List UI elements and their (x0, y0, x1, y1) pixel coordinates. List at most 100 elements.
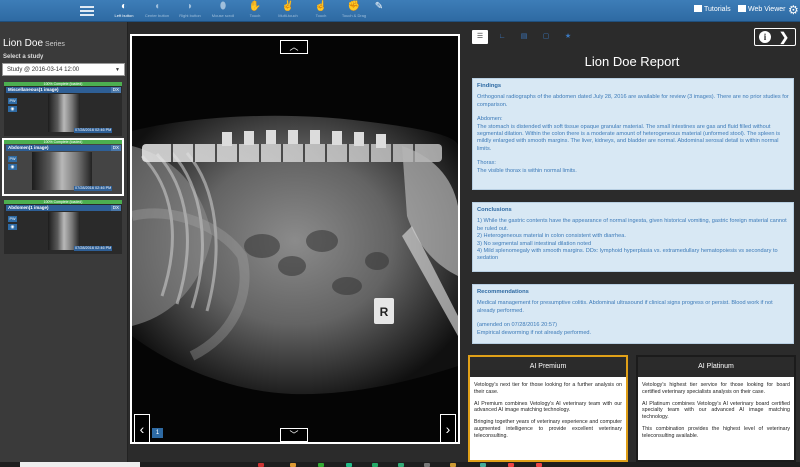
list-item: 4) Mild splenomegaly with smooth margins… (477, 248, 778, 262)
star-icon: ★ (564, 33, 572, 40)
tab-favorites[interactable]: ★ (560, 30, 576, 44)
gear-icon[interactable]: ⚙ (788, 3, 799, 17)
tool-center-button[interactable]: ◖ Center button (139, 1, 175, 21)
scroll-icon: ⬮ (219, 1, 227, 12)
conclusions-section: Conclusions 1) While the gastric content… (472, 202, 794, 272)
app-icon[interactable] (508, 463, 514, 467)
next-series-button[interactable]: › (440, 414, 456, 442)
modality-badge: DX (110, 145, 121, 151)
tool-touch[interactable]: ✋ Touch (237, 1, 273, 21)
previous-series-button[interactable]: ‹ (134, 414, 150, 442)
app-icon[interactable] (536, 463, 542, 467)
conclusions-heading: Conclusions (477, 207, 512, 213)
hand-icon: ✋ (248, 1, 262, 12)
top-toolbar: ◐ Left button ◖ Center button ◗ Right bu… (0, 0, 800, 22)
chevron-up-icon: ︿ (289, 42, 299, 52)
tool-multi-touch[interactable]: ✌ Multi-touch (270, 1, 306, 21)
series-name: Abdomen(1 image) (6, 145, 120, 151)
tool-right-button[interactable]: ◗ Right button (172, 1, 208, 21)
series-date: 07/28/2016 02:46 PM (74, 128, 113, 133)
tutorials-link[interactable]: Tutorials (694, 5, 731, 13)
info-toggle-button[interactable]: i ❯ (754, 28, 796, 46)
multi-touch-icon: ✌ (281, 1, 295, 12)
ai-platinum-title: AI Platinum (638, 357, 794, 377)
drag-icon: ✊ (347, 1, 361, 12)
list-item: 3) No segmental small intestinal dilatio… (477, 240, 592, 247)
series-date: 07/28/2016 02:46 PM (74, 186, 113, 191)
series-name: Abdomen(1 image) (6, 205, 120, 211)
app-icon[interactable] (318, 463, 324, 467)
app-icon[interactable] (424, 463, 430, 467)
report-title: Lion Doe Report (584, 54, 680, 69)
ai-premium-card[interactable]: AI Premium Vetology's next tier for thos… (468, 355, 628, 462)
next-image-down-button[interactable]: ﹀ (280, 428, 308, 442)
ai-premium-title: AI Premium (470, 357, 626, 377)
tool-touch-drag[interactable]: ✊ Touch & Drag (336, 1, 372, 21)
app-icon[interactable] (398, 463, 404, 467)
tab-measure[interactable]: ∟ (494, 30, 510, 44)
recommendations-heading: Recommendations (477, 289, 529, 295)
findings-heading: Findings (477, 83, 502, 89)
previous-image-up-button[interactable]: ︿ (280, 40, 308, 54)
document-icon: ▤ (520, 33, 528, 40)
list-item: 2) Heterogeneous material in colon consi… (477, 233, 626, 240)
taskbar-search[interactable] (20, 462, 140, 467)
modality-badge: DX (110, 205, 121, 211)
app-icon[interactable] (258, 463, 264, 467)
chevron-right-icon: › (445, 421, 451, 437)
series-thumbnail[interactable]: 100% Complete (loaded) Miscellaneous(1 i… (4, 82, 122, 136)
tab-blank-document[interactable]: ▢ (538, 30, 554, 44)
list-item: 1) While the gastric contents have the a… (477, 218, 787, 232)
tool-touch-2[interactable]: ☝ Touch (303, 1, 339, 21)
tab-report[interactable]: ☰ (472, 30, 488, 44)
series-thumbnail[interactable]: 100% Complete (loaded) Abdomen(1 image) … (4, 200, 122, 254)
hamburger-menu-icon[interactable] (80, 4, 94, 18)
camera-icon[interactable]: ◉ (8, 106, 17, 112)
chevron-left-icon: ‹ (139, 421, 145, 437)
select-study-label: Select a study (3, 54, 44, 60)
thumbnail-image (32, 152, 92, 190)
ruler-icon: ∟ (498, 33, 506, 40)
pointer-icon: ◐ (120, 1, 128, 12)
pw-button[interactable]: PW (8, 98, 17, 104)
load-progress: 100% Complete (loaded) (4, 82, 122, 86)
touch-icon: ☝ (314, 1, 328, 12)
page-number-badge: 1 (152, 428, 163, 438)
report-panel: ☰ ∟ ▤ ▢ ★ i ❯ Lion Doe Report Findings O… (464, 22, 800, 462)
patient-name: Lion Doe Series (3, 38, 65, 49)
chevron-down-icon: ▼ (115, 67, 120, 73)
tool-left-button[interactable]: ◐ Left button (106, 1, 142, 21)
image-viewer[interactable]: R ︿ ﹀ ‹ › 1 (130, 34, 460, 444)
pin-icon[interactable]: ✎ (372, 1, 386, 21)
info-icon: i (759, 31, 771, 43)
web-viewer-link[interactable]: Web Viewer (738, 5, 785, 13)
modality-badge: DX (110, 87, 121, 93)
chevron-right-icon: ❯ (779, 30, 790, 44)
radiograph-image: R (132, 36, 458, 442)
app-icon[interactable] (290, 463, 296, 467)
os-taskbar (0, 462, 800, 467)
thumbnail-image (48, 94, 80, 132)
tutorials-icon (694, 5, 702, 12)
svg-text:R: R (380, 305, 389, 319)
app-icon[interactable] (450, 463, 456, 467)
pw-button[interactable]: PW (8, 156, 17, 162)
mouse-right-icon: ◗ (186, 1, 194, 12)
app-icon[interactable] (372, 463, 378, 467)
study-select[interactable]: Study @ 2016-03-14 12:00 ▼ (2, 63, 125, 76)
ai-platinum-card[interactable]: AI Platinum Vetology's highest tier serv… (636, 355, 796, 462)
list-icon: ☰ (476, 33, 484, 40)
camera-icon[interactable]: ◉ (8, 224, 17, 230)
chevron-down-icon: ﹀ (289, 430, 299, 440)
series-date: 07/28/2016 02:46 PM (74, 246, 113, 251)
mouse-icon: ◖ (153, 1, 161, 12)
tool-mouse-scroll[interactable]: ⬮ Mouse scroll (205, 1, 241, 21)
app-icon[interactable] (346, 463, 352, 467)
camera-icon[interactable]: ◉ (8, 164, 17, 170)
study-panel: Lion Doe Series Select a study Study @ 20… (0, 22, 128, 462)
pw-button[interactable]: PW (8, 216, 17, 222)
app-icon[interactable] (480, 463, 486, 467)
series-thumbnail-selected[interactable]: 100% Complete (loaded) Abdomen(1 image) … (2, 138, 124, 196)
tab-document[interactable]: ▤ (516, 30, 532, 44)
web-viewer-icon (738, 5, 746, 12)
